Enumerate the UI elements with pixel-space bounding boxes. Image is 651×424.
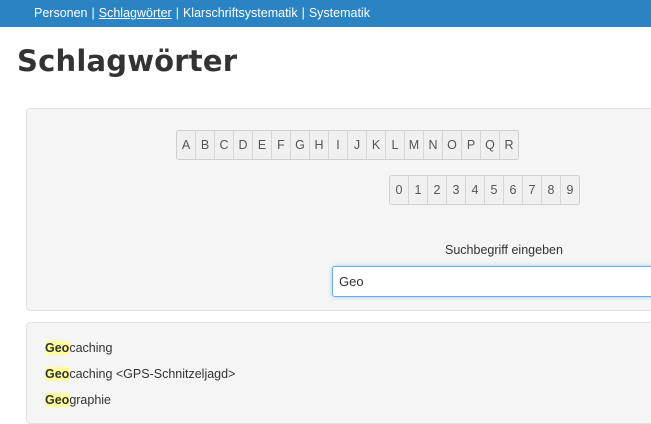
result-text: caching <GPS-Schnitzeljagd>: [69, 367, 236, 381]
letter-button-n[interactable]: N: [423, 131, 442, 159]
letter-button-c[interactable]: C: [214, 131, 233, 159]
nav-link-schlagwoerter[interactable]: Schlagwörter: [99, 6, 172, 20]
letter-button-g[interactable]: G: [290, 131, 309, 159]
letter-button-b[interactable]: B: [195, 131, 214, 159]
letter-button-e[interactable]: E: [252, 131, 271, 159]
letter-button-f[interactable]: F: [271, 131, 290, 159]
result-item[interactable]: Geographie: [45, 393, 111, 407]
letter-button-q[interactable]: Q: [480, 131, 499, 159]
match-highlight: Geo: [45, 367, 70, 381]
nav-separator: |: [175, 6, 179, 20]
digit-button-8[interactable]: 8: [541, 176, 560, 204]
result-item[interactable]: Geocaching: [45, 341, 112, 355]
digit-button-0[interactable]: 0: [390, 176, 408, 204]
digit-button-1[interactable]: 1: [408, 176, 427, 204]
letter-index: A B C D E F G H I J K L M N O P Q R: [176, 130, 519, 160]
letter-button-a[interactable]: A: [177, 131, 195, 159]
letter-button-j[interactable]: J: [347, 131, 366, 159]
letter-button-l[interactable]: L: [385, 131, 404, 159]
search-input[interactable]: [332, 266, 651, 297]
digit-button-6[interactable]: 6: [503, 176, 522, 204]
nav-separator: |: [301, 6, 305, 20]
letter-button-k[interactable]: K: [366, 131, 385, 159]
digit-button-9[interactable]: 9: [560, 176, 579, 204]
top-navigation-bar: Personen | Schlagwörter | Klarschriftsystema…: [0, 0, 651, 27]
result-item[interactable]: Geocaching <GPS-Schnitzeljagd>: [45, 367, 235, 381]
digit-button-3[interactable]: 3: [446, 176, 465, 204]
letter-button-p[interactable]: P: [461, 131, 480, 159]
nav-link-klarschriftsystematik[interactable]: Klarschriftsystematik: [183, 6, 298, 20]
result-text: caching: [69, 341, 113, 355]
digit-index: 0 1 2 3 4 5 6 7 8 9: [389, 175, 580, 205]
letter-button-o[interactable]: O: [442, 131, 461, 159]
page-title: Schlagwörter: [17, 44, 238, 78]
digit-button-4[interactable]: 4: [465, 176, 484, 204]
digit-button-5[interactable]: 5: [484, 176, 503, 204]
letter-button-d[interactable]: D: [233, 131, 252, 159]
match-highlight: Geo: [45, 341, 70, 355]
letter-button-m[interactable]: M: [404, 131, 423, 159]
nav-separator: |: [91, 6, 95, 20]
result-text: graphie: [69, 393, 112, 407]
search-label: Suchbegriff eingeben: [445, 243, 563, 257]
digit-button-7[interactable]: 7: [522, 176, 541, 204]
letter-button-r[interactable]: R: [499, 131, 518, 159]
letter-button-i[interactable]: I: [328, 131, 347, 159]
letter-button-h[interactable]: H: [309, 131, 328, 159]
nav-link-systematik[interactable]: Systematik: [309, 6, 370, 20]
digit-button-2[interactable]: 2: [427, 176, 446, 204]
nav-link-personen[interactable]: Personen: [34, 6, 88, 20]
match-highlight: Geo: [45, 393, 70, 407]
